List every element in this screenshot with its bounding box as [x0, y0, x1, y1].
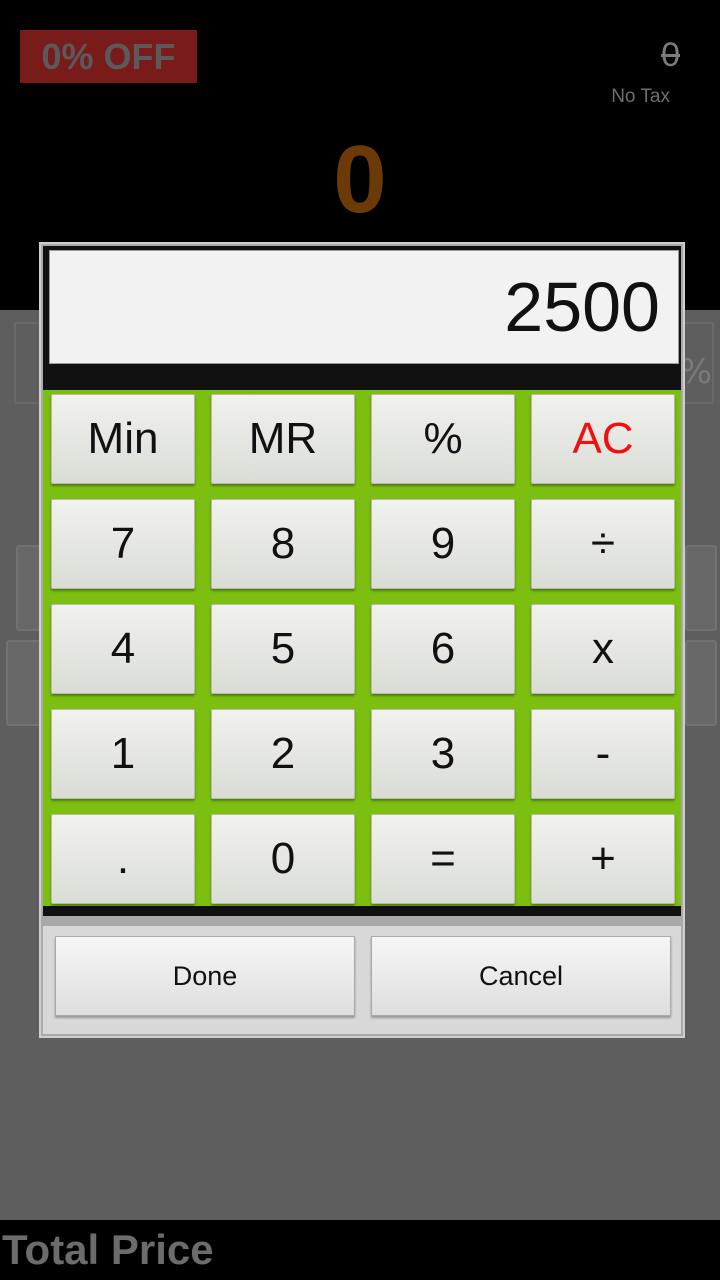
tax-status-label: No Tax — [611, 86, 670, 107]
final-price-value: 0 — [333, 126, 387, 233]
all-clear-key[interactable]: AC — [531, 394, 675, 484]
display-frame: 2500 — [43, 246, 681, 391]
digit-8-key[interactable]: 8 — [211, 499, 355, 589]
keypad: Min MR % AC 7 8 9 ÷ 4 5 6 x 1 2 3 - . 0 … — [43, 390, 681, 916]
discount-badge[interactable]: 0% OFF — [20, 30, 197, 83]
subtract-key[interactable]: - — [531, 709, 675, 799]
done-button[interactable]: Done — [55, 936, 355, 1016]
memory-recall-key[interactable]: MR — [211, 394, 355, 484]
digit-0-key[interactable]: 0 — [211, 814, 355, 904]
total-price-label: Total Price — [2, 1226, 214, 1273]
memory-in-key[interactable]: Min — [51, 394, 195, 484]
cancel-button[interactable]: Cancel — [371, 936, 671, 1016]
digit-9-key[interactable]: 9 — [371, 499, 515, 589]
calculator-dialog: 2500 Min MR % AC 7 8 9 ÷ 4 5 6 x 1 2 3 -… — [39, 242, 685, 1038]
digit-1-key[interactable]: 1 — [51, 709, 195, 799]
digit-6-key[interactable]: 6 — [371, 604, 515, 694]
equals-key[interactable]: = — [371, 814, 515, 904]
decimal-key[interactable]: . — [51, 814, 195, 904]
background-button-4 — [685, 640, 717, 726]
digit-3-key[interactable]: 3 — [371, 709, 515, 799]
multiply-key[interactable]: x — [531, 604, 675, 694]
original-total-value: 0 — [661, 36, 680, 74]
percent-key[interactable]: % — [371, 394, 515, 484]
divide-key[interactable]: ÷ — [531, 499, 675, 589]
add-key[interactable]: + — [531, 814, 675, 904]
calculator-display: 2500 — [49, 250, 679, 364]
digit-4-key[interactable]: 4 — [51, 604, 195, 694]
background-button-2 — [685, 545, 717, 631]
digit-2-key[interactable]: 2 — [211, 709, 355, 799]
digit-5-key[interactable]: 5 — [211, 604, 355, 694]
digit-7-key[interactable]: 7 — [51, 499, 195, 589]
dialog-actions: Done Cancel — [43, 926, 681, 1034]
